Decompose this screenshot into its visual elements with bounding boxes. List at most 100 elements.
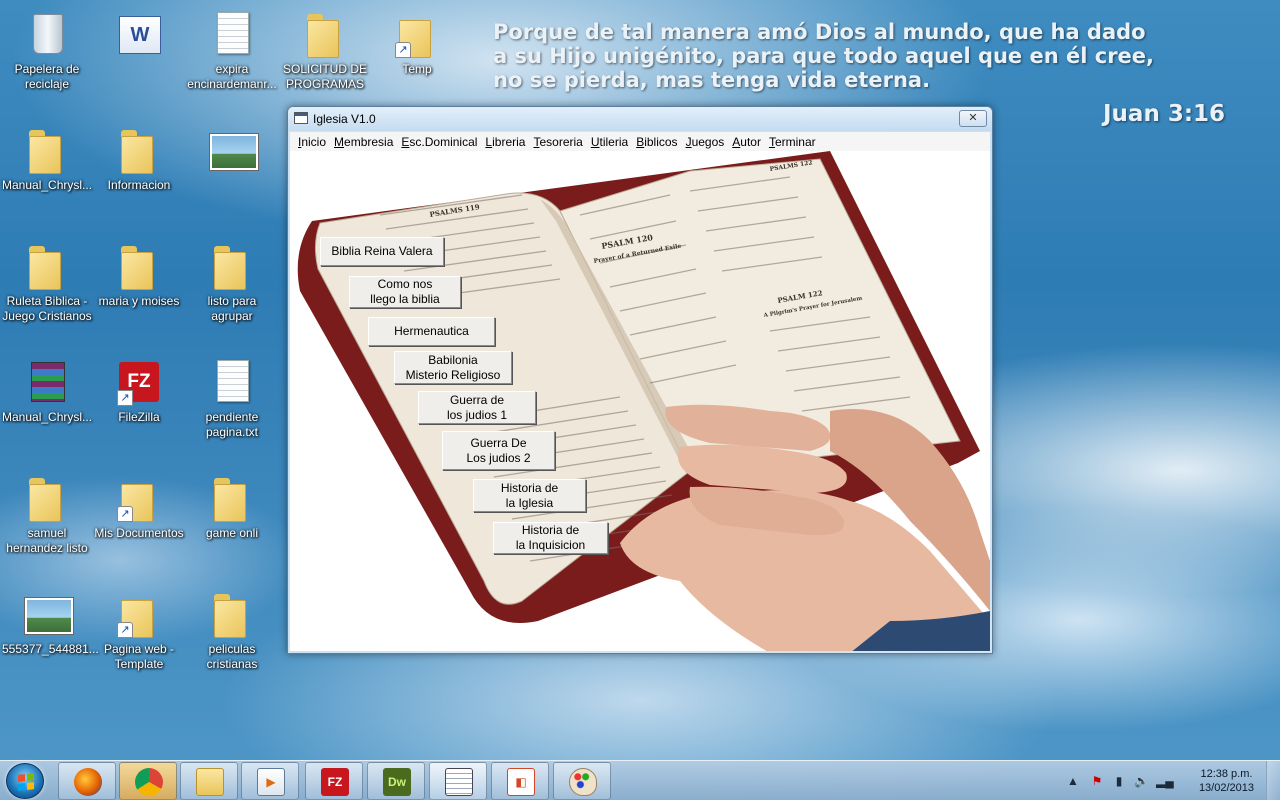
historia-iglesia-button[interactable]: Historia de la Iglesia [473,479,586,512]
wallpaper-verse: Porque de tal manera amó Dios al mundo, … [493,20,1273,92]
file-explorer-icon [196,768,224,796]
desktop-icon-word-doc[interactable] [92,6,186,106]
desktop-icon-label: Manual_Chrysl... [2,410,93,424]
power-icon[interactable]: ▮ [1112,774,1126,788]
desktop-icon-samuel[interactable]: samuel hernandez listo [0,470,94,570]
folder-shortcut-icon [393,10,441,58]
paint-icon [569,768,597,796]
taskbar-dreamweaver[interactable]: Dw [367,762,425,800]
menu-inicio[interactable]: Inicio [294,135,330,149]
desktop-icon-peliculas[interactable]: peliculas cristianas [185,586,279,686]
desktop-icon-recycle-bin[interactable]: Papelera de reciclaje [0,6,94,106]
text-file-icon [208,10,256,58]
text-file-icon [208,358,256,406]
window-client-area: PSALMS 119 PSALM 120 Prayer of a Returne… [290,151,990,651]
folder-icon [208,590,256,638]
taskbar-powerpoint[interactable]: ◧ [491,762,549,800]
menu-bar: Inicio Membresia Esc.Dominical Libreria … [290,132,990,151]
network-icon[interactable]: ▂▄ [1156,774,1174,788]
start-button[interactable] [6,763,44,799]
desktop-icon-filezilla[interactable]: FileZilla [92,354,186,454]
dreamweaver-icon: Dw [383,768,411,796]
desktop-icon-pagina-web[interactable]: Pagina web - Template [92,586,186,686]
desktop-icon-manual-1[interactable]: Manual_Chrysl... [0,122,94,222]
menu-terminar[interactable]: Terminar [765,135,820,149]
verse-line: Porque de tal manera amó Dios al mundo, … [493,20,1146,44]
verse-reference: Juan 3:16 [1103,101,1226,127]
app-window-icon [294,112,308,124]
archive-icon [23,358,71,406]
folder-icon [208,474,256,522]
app-window: Iglesia V1.0 ✕ Inicio Membresia Esc.Domi… [287,106,993,654]
verse-line: a su Hijo unigénito, para que todo aquel… [493,44,1155,68]
taskbar: ▶ FZ Dw ◧ ▲ ⚑ ▮ 🔈 ▂▄ 12:38 p.m. 13/02/20… [0,760,1280,800]
guerra-judios-2-button[interactable]: Guerra De Los judios 2 [442,431,555,470]
window-titlebar[interactable]: Iglesia V1.0 ✕ [288,107,992,131]
chevron-up-icon[interactable]: ▲ [1066,774,1080,788]
desktop-icon-maria-moises[interactable]: maria y moises [92,238,186,338]
babilonia-misterio-religioso-button[interactable]: Babilonia Misterio Religioso [394,351,512,384]
hermenautica-button[interactable]: Hermenautica [368,317,495,346]
action-center-flag-icon[interactable]: ⚑ [1090,774,1104,788]
media-player-icon: ▶ [257,768,285,796]
taskbar-clock[interactable]: 12:38 p.m. 13/02/2013 [1199,767,1254,795]
filezilla-icon [115,358,163,406]
desktop-icon-label: 555377_544881... [2,642,99,656]
menu-utileria[interactable]: Utileria [587,135,632,149]
desktop-icon-manual-2[interactable]: Manual_Chrysl... [0,354,94,454]
clock-date: 13/02/2013 [1198,782,1254,794]
menu-biblicos[interactable]: Biblicos [632,135,681,149]
desktop-icon-pendiente[interactable]: pendiente pagina.txt [185,354,279,454]
desktop-icon-ruleta[interactable]: Ruleta Biblica - Juego Cristianos [0,238,94,338]
desktop-icon-label: samuel hernandez listo [6,526,88,555]
taskbar-explorer[interactable] [180,762,238,800]
desktop-icon-label: FileZilla [118,410,160,424]
desktop-icon-label: peliculas cristianas [206,642,258,671]
folder-icon [23,474,71,522]
menu-juegos[interactable]: Juegos [682,135,729,149]
desktop-icon-image[interactable] [185,122,279,222]
taskbar-paint[interactable] [553,762,611,800]
desktop-icon-label: Temp [402,62,432,76]
desktop-icon-solicitud[interactable]: SOLICITUD DE PROGRAMAS [278,6,372,106]
guerra-judios-1-button[interactable]: Guerra de los judios 1 [418,391,536,424]
desktop-icon-listo-agrupar[interactable]: listo para agrupar [185,238,279,338]
biblia-reina-valera-button[interactable]: Biblia Reina Valera [320,237,444,266]
desktop-icon-expira[interactable]: expira encinardemanr... [185,6,279,106]
desktop-icon-game-onli[interactable]: game onli [185,470,279,570]
desktop-icon-label: SOLICITUD DE PROGRAMAS [282,62,367,91]
menu-esc-dominical[interactable]: Esc.Dominical [397,135,481,149]
show-desktop-button[interactable] [1266,761,1280,800]
taskbar-iglesia-app[interactable] [429,762,487,800]
taskbar-chrome[interactable] [119,762,177,800]
image-file-icon [23,590,73,638]
desktop-icon-informacion[interactable]: Informacion [92,122,186,222]
como-nos-llego-la-biblia-button[interactable]: Como nos llego la biblia [349,276,461,308]
historia-inquisicion-button[interactable]: Historia de la Inquisicion [493,522,608,554]
folder-icon [115,126,163,174]
desktop-icon-label: Mis Documentos [94,526,184,540]
desktop-icon-555377[interactable]: 555377_544881... [0,586,99,686]
app-window-icon [445,768,473,796]
taskbar-filezilla[interactable]: FZ [305,762,363,800]
desktop-icon-label: listo para agrupar [207,294,257,323]
menu-autor[interactable]: Autor [728,135,765,149]
window-title: Iglesia V1.0 [313,112,376,126]
powerpoint-icon: ◧ [507,768,535,796]
desktop-icon-label: maria y moises [98,294,180,308]
menu-tesoreria[interactable]: Tesoreria [529,135,586,149]
desktop-icon-label: Pagina web - Template [103,642,175,671]
folder-shortcut-icon [115,474,163,522]
close-button[interactable]: ✕ [959,110,987,127]
taskbar-firefox[interactable] [58,762,116,800]
folder-icon [115,242,163,290]
volume-icon[interactable]: 🔈 [1134,774,1149,788]
firefox-icon [74,768,102,796]
desktop-icon-mis-documentos[interactable]: Mis Documentos [92,470,186,570]
desktop-icon-temp[interactable]: Temp [370,6,464,106]
image-file-icon [208,126,258,174]
menu-membresia[interactable]: Membresia [330,135,397,149]
menu-libreria[interactable]: Libreria [481,135,529,149]
taskbar-media-player[interactable]: ▶ [241,762,299,800]
chrome-icon [135,768,163,796]
